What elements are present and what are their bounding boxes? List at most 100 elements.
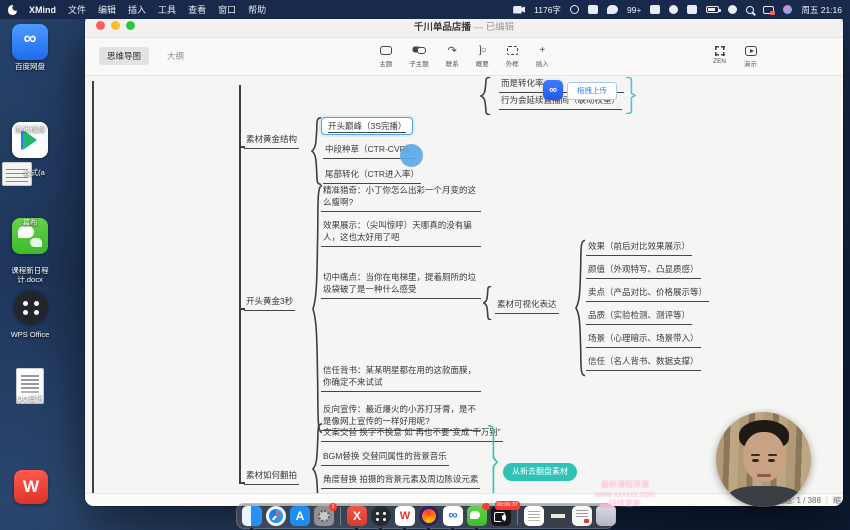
statusbar-separator: | <box>826 496 828 505</box>
mindmap-topic[interactable]: BGM替换 交替同属性的背景音乐 <box>321 451 449 466</box>
menu-file[interactable]: 文件 <box>68 3 86 16</box>
siri-icon[interactable] <box>783 5 792 14</box>
menubar-datetime[interactable]: 周五 21:16 <box>801 4 842 16</box>
dock-system-settings[interactable]: 1 <box>314 506 334 526</box>
toolbar-frame-button[interactable]: 外框 <box>506 45 519 68</box>
keyboard-icon[interactable] <box>650 5 660 14</box>
mindmap-topic[interactable]: 颜值（外观特写、凸显质感） <box>586 264 701 279</box>
desktop-label: WPS Office <box>0 330 60 339</box>
summary-topic[interactable]: 从新去翻盘素材 <box>503 463 577 481</box>
menu-view[interactable]: 查看 <box>188 3 206 16</box>
toolbar-present-button[interactable]: 演示 <box>744 45 757 68</box>
mindmap-topic[interactable]: 效果（前后对比效果展示） <box>586 241 692 256</box>
dock-trash[interactable] <box>596 506 616 526</box>
menu-edit[interactable]: 编辑 <box>98 3 116 16</box>
dock-wechat[interactable] <box>467 506 487 526</box>
mindmap-topic[interactable]: 文案交替 换字不换意 如“再也不要”变成“千万别” <box>321 427 503 442</box>
mindmap-topic[interactable]: 信任背书：某某明星都在用的这款面膜，你确定不来试试 <box>321 365 481 392</box>
clock-icon[interactable] <box>570 5 579 14</box>
dock-document[interactable] <box>524 506 544 526</box>
toolbar-topic-button[interactable]: 主题 <box>379 45 392 68</box>
dock-archive[interactable] <box>548 506 568 526</box>
mindmap-topic[interactable]: 切中痛点：当你在电梯里，提着厕所的垃圾袋破了是一种什么感受 <box>321 272 481 299</box>
dock-firefox[interactable] <box>419 506 439 526</box>
subtopic-icon <box>417 47 426 54</box>
branch-brace <box>575 239 586 377</box>
wechat-status-icon[interactable] <box>607 5 618 14</box>
toolbar-relation-button[interactable]: ↷ 联系 <box>446 45 459 68</box>
branch-label[interactable]: 素材黄金结构 <box>244 134 299 149</box>
desktop-label: 公式(a <box>14 168 54 177</box>
frame-icon <box>507 46 518 55</box>
insert-icon: + <box>536 45 549 56</box>
summary-bracket <box>487 425 498 499</box>
present-icon <box>745 46 757 56</box>
mindmap-topic[interactable]: 精准猎奇：小丁你怎么出彩一个月变的这么瘦啊? <box>321 185 481 212</box>
edited-indicator: — 已编辑 <box>474 22 515 33</box>
wechat-unread-count: 99+ <box>627 5 641 15</box>
dock-baidu-netdisk[interactable] <box>443 506 463 526</box>
relation-icon: ↷ <box>446 45 459 56</box>
screen-mirroring-icon[interactable] <box>763 6 774 14</box>
dock-divider <box>340 507 341 525</box>
recording-timer-badge: 00:06:37 <box>495 501 520 510</box>
battery-icon[interactable] <box>706 6 719 13</box>
branch-label[interactable]: 素材可视化表达 <box>495 299 559 314</box>
menu-window[interactable]: 窗口 <box>218 3 236 16</box>
desktop-label: 腾讯视频 <box>0 124 60 133</box>
toolbar-subtopic-button[interactable]: 子主题 <box>409 45 429 68</box>
connector-line <box>92 81 94 505</box>
mindmap-topic[interactable]: 尾部转化（CTR进入率） <box>323 169 421 184</box>
dock-screen-recorder[interactable]: 00:06:37 <box>491 506 511 526</box>
word-count: 1176字 <box>534 4 561 16</box>
toolbar-insert-button[interactable]: + 插入 <box>536 45 549 68</box>
branch-brace <box>480 77 491 115</box>
apple-icon[interactable] <box>8 5 17 15</box>
menu-bar: XMind 文件 编辑 插入 工具 查看 窗口 帮助 1176字 99+ 周五 … <box>0 0 850 19</box>
screenshot-icon[interactable] <box>588 5 598 14</box>
netdisk-status-icon[interactable] <box>669 5 678 14</box>
webcam-overlay[interactable] <box>716 412 811 507</box>
toolbar-summary-button[interactable]: ]○ 概要 <box>476 45 489 68</box>
toolbar-zen-button[interactable]: ZEN <box>713 45 726 68</box>
dock: 1 00:06:37 <box>236 503 614 529</box>
desktop-icon-baidu-netdisk[interactable] <box>12 24 48 60</box>
menu-insert[interactable]: 插入 <box>128 3 146 16</box>
search-icon[interactable] <box>746 6 754 14</box>
dock-safari[interactable] <box>266 506 286 526</box>
desktop-screen: XMind 文件 编辑 插入 工具 查看 窗口 帮助 1176字 99+ 周五 … <box>0 0 850 530</box>
account-icon[interactable] <box>728 5 737 14</box>
dock-wps[interactable] <box>395 506 415 526</box>
branch-label[interactable]: 开头黄金3秒 <box>244 296 295 311</box>
mindmap-topic[interactable]: 效果展示：（尖叫惊呼）天哪真的没有骗人，这也太好用了吧 <box>321 220 481 247</box>
connector-line <box>239 85 241 483</box>
mindmap-topic[interactable]: 角度替换 拍摄的背景元素及周边陈设元素 <box>321 474 480 489</box>
branch-label[interactable]: 素材如何翻拍 <box>244 470 299 485</box>
dock-document-2[interactable] <box>572 506 592 526</box>
menu-help[interactable]: 帮助 <box>248 3 266 16</box>
bluetooth-icon[interactable] <box>687 5 697 14</box>
dock-xmind[interactable] <box>347 506 367 526</box>
mindmap-topic-selected[interactable]: 开头巅峰（3S完播） <box>321 117 413 135</box>
menu-tools[interactable]: 工具 <box>158 3 176 16</box>
desktop-icon-mubu[interactable] <box>14 290 48 324</box>
mindmap-topic[interactable]: 信任（名人背书、数据支撑） <box>586 356 701 371</box>
mindmap-topic[interactable]: 场景（心理暗示、场景带入） <box>586 333 701 348</box>
summary-icon: ]○ <box>476 45 489 56</box>
dock-mubu[interactable] <box>371 506 391 526</box>
zoom-control-partial[interactable]: 缩 <box>833 495 841 506</box>
dock-finder[interactable] <box>242 506 262 526</box>
desktop-label: 幕布 <box>0 218 60 227</box>
camera-icon[interactable] <box>513 6 525 14</box>
mindmap-topic[interactable]: 卖点（产品对比、价格展示等） <box>586 287 709 302</box>
desktop-icon-wps[interactable]: W <box>14 470 48 504</box>
mindmap-topic[interactable]: 品质（实验检测、测评等） <box>586 310 692 325</box>
window-title: 千川单品店播 — 已编辑 <box>85 19 843 33</box>
summary-bracket <box>625 77 636 114</box>
dock-app-store[interactable] <box>290 506 310 526</box>
netdisk-upload-icon[interactable]: ∞ <box>543 80 563 100</box>
topic-icon <box>380 46 392 55</box>
desktop-label: QQ音乐 <box>0 394 60 403</box>
menu-app-name[interactable]: XMind <box>29 5 56 15</box>
drag-upload-tooltip: 拖拽上传 <box>567 82 617 100</box>
